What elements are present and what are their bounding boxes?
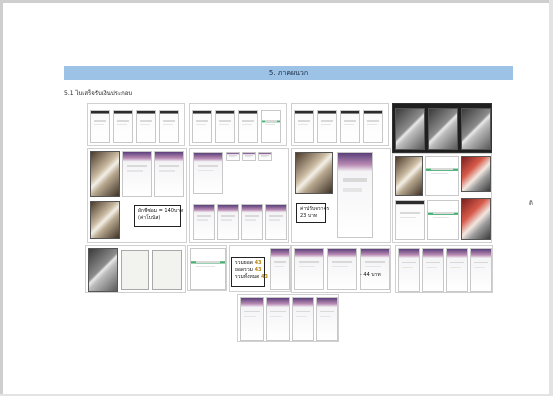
- annotation-note: ผักชีซ่อม = 140บาท (ค่าโบนัส): [134, 205, 184, 227]
- receipt-screenshot: [422, 248, 444, 292]
- receipt-block-4: [392, 153, 492, 243]
- annotation-text: ค่าปรับจราจร: [300, 206, 330, 212]
- receipt-photo: [428, 108, 458, 150]
- annotation-row: รวมทั้งหมด 43: [235, 274, 268, 281]
- receipt-block-9: [395, 245, 493, 293]
- receipt-screenshot: [242, 152, 256, 161]
- viewer-edge-left: [0, 0, 3, 396]
- receipt-photo: [90, 151, 120, 197]
- receipt-screenshot: [90, 110, 110, 143]
- receipt-photo: [461, 156, 491, 192]
- receipt-screenshot: [215, 110, 235, 143]
- receipt-screenshot: [193, 152, 223, 194]
- receipt-block-10: [237, 294, 339, 342]
- annotation-text: - 44 บาท: [360, 272, 381, 278]
- side-mark: ดิ: [529, 200, 533, 207]
- receipt-screenshot: [193, 204, 215, 240]
- receipt-screenshot: [425, 156, 459, 196]
- receipt-block-2: [189, 148, 289, 243]
- receipt-photo: [88, 248, 118, 292]
- receipt-screenshot: [316, 297, 338, 341]
- annotation-value: 43: [260, 274, 268, 280]
- receipt-block-6: [187, 245, 227, 291]
- viewer-scrollbar[interactable]: [549, 0, 553, 396]
- paper-receipt: [121, 250, 149, 290]
- receipt-screenshot: [292, 297, 314, 341]
- receipt-screenshot: [470, 248, 492, 292]
- receipt-screenshot: [363, 110, 383, 143]
- annotation-summary: รวมยอด 43 ยอดรวม 43 รวมทั้งหมด 43: [231, 257, 268, 287]
- receipt-screenshot: [113, 110, 133, 143]
- receipt-screenshot: [154, 151, 184, 197]
- receipt-screenshot: [266, 297, 290, 341]
- subsection-title: 5.1 ไบเสร็จรับเงินประกอบ: [64, 90, 133, 97]
- receipt-screenshot: [340, 110, 360, 143]
- annotation-row: รวมยอด 43: [235, 260, 262, 267]
- photo-group-1: [392, 103, 492, 153]
- annotation-value: 43: [254, 260, 262, 266]
- paper-receipt: [152, 250, 182, 290]
- receipt-block-8: [291, 245, 391, 293]
- screenshot-group-3: [291, 103, 389, 146]
- receipt-block-3: [291, 148, 391, 243]
- annotation-value: 43: [254, 267, 262, 273]
- annotation-row: ยอดรวม 43: [235, 267, 262, 274]
- receipt-photo: [461, 198, 491, 240]
- receipt-screenshot: [446, 248, 468, 292]
- receipt-screenshot: [238, 110, 258, 143]
- section-title: 5. ภาคผนวก: [64, 66, 513, 80]
- annotation-label: รวมทั้งหมด: [235, 274, 260, 280]
- receipt-screenshot: [427, 200, 459, 240]
- annotation-label: รวมยอด: [235, 260, 253, 266]
- receipt-screenshot: [317, 110, 337, 143]
- receipt-screenshot: [241, 204, 263, 240]
- receipt-photo: [461, 108, 491, 150]
- annotation-note: - 44 บาท: [357, 270, 383, 280]
- annotation-label: ยอดรวม: [235, 267, 253, 273]
- receipt-screenshot: [226, 152, 240, 161]
- receipt-screenshot: [294, 248, 324, 290]
- receipt-screenshot: [192, 110, 212, 143]
- annotation-text: 23 บาท: [300, 213, 318, 219]
- annotation-text: ผักชีซ่อม = 140บาท: [138, 208, 184, 214]
- receipt-screenshot: [159, 110, 179, 143]
- receipt-screenshot: [261, 110, 281, 143]
- receipt-screenshot: [294, 110, 314, 143]
- receipt-block-1: [87, 148, 187, 243]
- receipt-screenshot: [190, 248, 226, 290]
- viewer-edge-top: [0, 0, 553, 3]
- receipt-screenshot: [265, 204, 287, 240]
- receipt-screenshot: [398, 248, 420, 292]
- receipt-screenshot: [270, 248, 290, 290]
- annotation-note: ค่าปรับจราจร 23 บาท: [296, 203, 330, 223]
- receipt-screenshot: [136, 110, 156, 143]
- receipt-screenshot: [217, 204, 239, 240]
- receipt-screenshot: [327, 248, 357, 290]
- annotation-text: (ค่าโบนัส): [138, 215, 161, 221]
- receipt-screenshot: [122, 151, 152, 197]
- receipt-screenshot: [258, 152, 272, 161]
- screenshot-group-2: [189, 103, 287, 146]
- receipt-photo: [295, 152, 333, 194]
- receipt-screenshot: [337, 152, 373, 238]
- receipt-photo: [395, 108, 425, 150]
- receipt-photo: [90, 201, 120, 239]
- receipt-screenshot: [360, 248, 390, 290]
- receipt-screenshot: [240, 297, 264, 341]
- screenshot-group-1: [87, 103, 185, 146]
- receipt-block-5: [85, 245, 186, 293]
- receipt-photo: [395, 156, 423, 196]
- receipt-screenshot: [395, 200, 425, 240]
